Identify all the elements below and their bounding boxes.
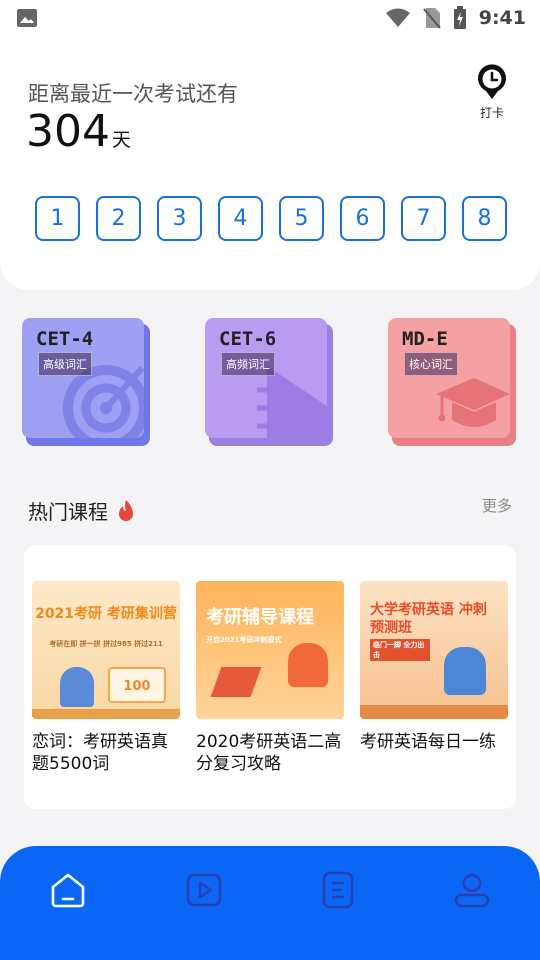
hot-courses-card: 2021考研 考研集训营 考研在即 拼一拼 拼过985 拼过211 100 恋词… xyxy=(24,545,516,809)
thumb-subline: 考研在即 拼一拼 拼过985 拼过211 xyxy=(49,640,163,648)
checkin-button[interactable]: 打卡 xyxy=(470,64,514,124)
days-remaining: 304 天 xyxy=(26,106,131,157)
thumb-subline: 临门一脚 全力出击 xyxy=(370,639,430,661)
status-time: 9:41 xyxy=(478,7,526,29)
student-illustration xyxy=(444,647,486,695)
book-title: MD-E xyxy=(402,328,448,350)
more-courses-link[interactable]: 更多 xyxy=(482,495,512,516)
bottom-navigation xyxy=(0,846,540,960)
thumb-headline: 考研辅导课程 xyxy=(206,607,314,628)
thumb-headline: 2021考研 考研集训营 xyxy=(35,606,177,622)
nav-profile[interactable] xyxy=(452,870,492,910)
exam-countdown-card xyxy=(0,36,540,290)
day-button-6[interactable]: 6 xyxy=(340,196,385,241)
day-button-2[interactable]: 2 xyxy=(96,196,141,241)
document-icon xyxy=(322,871,354,909)
course-title: 考研英语每日一练 xyxy=(360,732,496,752)
nav-document[interactable] xyxy=(318,870,358,910)
no-sim-icon xyxy=(422,8,441,29)
desk-illustration xyxy=(360,705,508,719)
nav-home[interactable] xyxy=(48,870,88,910)
battery-charging-icon xyxy=(453,6,466,29)
home-icon xyxy=(51,873,85,908)
course-item[interactable]: 2021考研 考研集训营 考研在即 拼一拼 拼过985 拼过211 100 恋词… xyxy=(32,581,180,775)
day-button-4[interactable]: 4 xyxy=(218,196,263,241)
course-title: 恋词：考研英语真题5500词 xyxy=(32,732,168,774)
thumb-headline: 大学考研英语 冲刺预测班 xyxy=(370,602,487,636)
hot-courses-heading: 热门课程 xyxy=(28,496,136,525)
day-button-1[interactable]: 1 xyxy=(35,196,80,241)
graduation-cap-icon xyxy=(436,378,510,427)
day-button-8[interactable]: 8 xyxy=(462,196,507,241)
course-item[interactable]: 大学考研英语 冲刺预测班 临门一脚 全力出击 考研英语每日一练 xyxy=(360,581,508,753)
flag-illustration xyxy=(210,667,262,697)
runner-illustration xyxy=(288,643,328,687)
book-subtitle: 高频词汇 xyxy=(221,352,275,376)
image-icon xyxy=(17,9,37,27)
wifi-icon xyxy=(385,8,410,27)
user-icon xyxy=(454,873,490,908)
days-number: 304 xyxy=(26,106,110,157)
day-selector: 1 2 3 4 5 6 7 8 xyxy=(35,196,507,241)
thumb-subline: 开启2021考研冲刺模式 xyxy=(206,636,282,644)
thumb-floor xyxy=(32,709,180,719)
section-title-text: 热门课程 xyxy=(28,500,108,524)
student-illustration xyxy=(60,667,94,707)
checkin-label: 打卡 xyxy=(479,106,504,120)
status-bar: 9:41 xyxy=(0,0,540,36)
fire-icon xyxy=(119,499,133,521)
course-thumbnail: 2021考研 考研集训营 考研在即 拼一拼 拼过985 拼过211 100 xyxy=(32,581,180,719)
day-button-3[interactable]: 3 xyxy=(157,196,202,241)
days-unit: 天 xyxy=(111,129,131,151)
day-button-5[interactable]: 5 xyxy=(279,196,324,241)
play-icon xyxy=(186,873,222,907)
thumb-badge: 100 xyxy=(108,667,166,703)
book-subtitle: 高级词汇 xyxy=(38,352,92,376)
wordbook-cet6[interactable]: CET-6 高频词汇 xyxy=(205,318,333,446)
course-item[interactable]: 考研辅导课程 开启2021考研冲刺模式 2020考研英语二高分复习攻略 xyxy=(196,581,344,775)
wordbook-cet4[interactable]: CET-4 高级词汇 xyxy=(22,318,150,446)
book-title: CET-6 xyxy=(219,328,277,350)
course-thumbnail: 大学考研英语 冲刺预测班 临门一脚 全力出击 xyxy=(360,581,508,719)
course-thumbnail: 考研辅导课程 开启2021考研冲刺模式 xyxy=(196,581,344,719)
exam-countdown-label: 距离最近一次考试还有 xyxy=(28,82,238,106)
nav-video[interactable] xyxy=(184,870,224,910)
book-subtitle: 核心词汇 xyxy=(404,352,458,376)
day-button-7[interactable]: 7 xyxy=(401,196,446,241)
book-title: CET-4 xyxy=(36,328,94,350)
course-title: 2020考研英语二高分复习攻略 xyxy=(196,732,342,774)
clock-pin-icon xyxy=(478,64,506,99)
wordbook-mde[interactable]: MD-E 核心词汇 xyxy=(388,318,516,446)
